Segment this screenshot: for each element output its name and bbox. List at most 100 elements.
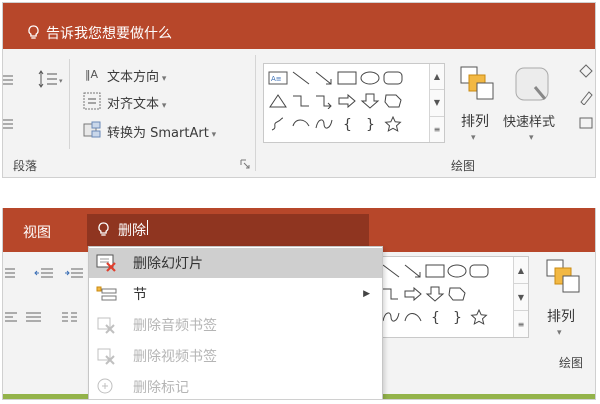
ribbon-tab-bar: 告诉我您想要做什么: [3, 3, 595, 49]
arrow-line-shape-icon[interactable]: [312, 66, 335, 89]
scroll-down-icon[interactable]: ▼: [430, 90, 444, 117]
menu-item-delete-slide[interactable]: 删除幻灯片: [89, 248, 382, 278]
columns-icon[interactable]: [61, 310, 79, 324]
arrange-caret[interactable]: ▾: [557, 328, 562, 338]
shape-fill-icon[interactable]: [577, 63, 595, 79]
rounded-rect-shape-icon[interactable]: [468, 259, 490, 282]
elbow-arrow-icon[interactable]: [312, 89, 335, 112]
arc-shape-icon[interactable]: [402, 305, 424, 328]
dialog-launcher-icon[interactable]: [240, 159, 250, 169]
text-direction-icon: ‖A: [85, 68, 99, 81]
arrange-button[interactable]: 排列: [547, 306, 575, 326]
align-left-icon[interactable]: [5, 310, 19, 324]
right-brace-icon[interactable]: }: [446, 305, 468, 328]
gallery-more-icon[interactable]: ≡: [514, 311, 528, 337]
gallery-scrollbar[interactable]: ▲ ▼ ≡: [429, 64, 444, 142]
smartart-icon: [83, 121, 101, 138]
oval-shape-icon[interactable]: [446, 259, 468, 282]
lightbulb-icon: [98, 222, 109, 236]
delete-video-bookmark-icon: [97, 348, 115, 365]
shapes-grid: A≡ {}: [266, 66, 427, 135]
menu-item-delete-audio-bookmark[interactable]: 删除音频书签: [89, 310, 382, 340]
line-shape-icon[interactable]: [289, 66, 312, 89]
delete-slide-icon: [96, 254, 116, 272]
shape-outline-icon[interactable]: [577, 89, 595, 105]
left-brace-icon[interactable]: {: [424, 305, 446, 328]
star-shape-icon[interactable]: [468, 305, 490, 328]
shapes-grid: { }: [380, 259, 512, 328]
right-brace-icon[interactable]: }: [358, 112, 381, 135]
arrange-caret[interactable]: ▾: [471, 133, 476, 143]
align-text-button[interactable]: 对齐文本 ▾: [107, 93, 166, 112]
line-shape-icon[interactable]: [380, 259, 402, 282]
gallery-scrollbar[interactable]: ▲ ▼ ≡: [513, 257, 528, 337]
oval-shape-icon[interactable]: [358, 66, 381, 89]
drawing-group-label: 绘图: [451, 159, 476, 173]
arc-shape-icon[interactable]: [289, 112, 312, 135]
quick-styles-icon: [515, 67, 549, 101]
lightbulb-icon: [28, 25, 39, 39]
convert-smartart-button[interactable]: 转换为 SmartArt ▾: [107, 122, 216, 141]
flowchart-shape-icon[interactable]: [446, 282, 468, 305]
flowchart-shape-icon[interactable]: [381, 89, 404, 112]
gallery-more-icon[interactable]: ≡: [430, 117, 444, 142]
arrange-button[interactable]: 排列: [461, 111, 489, 131]
tell-me-label: 告诉我您想要做什么: [46, 26, 172, 42]
left-brace-icon[interactable]: {: [335, 112, 358, 135]
increase-indent-icon[interactable]: [63, 266, 85, 280]
menu-item-label: 删除音频书签: [133, 318, 217, 334]
menu-item-label: 删除标记: [133, 380, 189, 396]
shape-effects-icon[interactable]: [577, 115, 595, 131]
down-arrow-shape-icon[interactable]: [358, 89, 381, 112]
menu-item-label: 节: [133, 287, 147, 303]
justify-icon[interactable]: [3, 117, 17, 131]
rounded-rect-shape-icon[interactable]: [381, 66, 404, 89]
svg-text:▾: ▾: [59, 77, 63, 85]
shapes-gallery[interactable]: A≡ {} ▲ ▼ ≡: [263, 63, 445, 143]
elbow-arrow-icon[interactable]: [380, 282, 402, 305]
list-icon[interactable]: [5, 266, 19, 280]
svg-text:{: {: [431, 310, 440, 325]
tab-view[interactable]: 视图: [23, 222, 51, 242]
text-direction-button[interactable]: 文本方向 ▾: [107, 66, 166, 85]
paragraph-group-label: 段落: [13, 159, 38, 173]
quick-styles-caret[interactable]: ▾: [529, 133, 534, 143]
arrow-line-shape-icon[interactable]: [402, 259, 424, 282]
alignment-icon[interactable]: [3, 73, 17, 87]
curve-shape-icon[interactable]: [380, 305, 402, 328]
text-direction-label: 文本方向: [107, 70, 160, 85]
freeform-shape-icon[interactable]: [266, 112, 289, 135]
menu-item-label: 删除幻灯片: [133, 256, 203, 272]
right-arrow-shape-icon[interactable]: [335, 89, 358, 112]
rectangle-shape-icon[interactable]: [424, 259, 446, 282]
scroll-down-icon[interactable]: ▼: [514, 284, 528, 311]
ribbon-separator: [69, 59, 70, 149]
line-spacing-icon[interactable]: ▾: [37, 69, 63, 89]
tell-me-search[interactable]: 告诉我您想要做什么: [27, 23, 172, 43]
menu-item-delete-video-bookmark[interactable]: 删除视频书签: [89, 341, 382, 371]
menu-item-delete-markup[interactable]: 删除标记: [89, 372, 382, 399]
curve-shape-icon[interactable]: [312, 112, 335, 135]
screenshot: 告诉我您想要做什么 ▾ ‖A 文本方向 ▾ 对齐文本 ▾ 转换为 SmartAr…: [0, 0, 600, 404]
quick-styles-button[interactable]: 快速样式: [503, 111, 555, 130]
right-arrow-shape-icon[interactable]: [402, 282, 424, 305]
menu-item-section[interactable]: 节 ▶: [89, 279, 382, 309]
text-box-shape-icon[interactable]: A≡: [266, 66, 289, 89]
rectangle-shape-icon[interactable]: [335, 66, 358, 89]
decrease-indent-icon[interactable]: [33, 266, 55, 280]
scroll-up-icon[interactable]: ▲: [514, 257, 528, 284]
elbow-connector-icon[interactable]: [289, 89, 312, 112]
star-shape-icon[interactable]: [381, 112, 404, 135]
justify-icon[interactable]: [25, 310, 43, 324]
down-arrow-shape-icon[interactable]: [424, 282, 446, 305]
submenu-arrow-icon: ▶: [363, 289, 370, 299]
svg-text:}: }: [453, 310, 462, 325]
svg-text:A≡: A≡: [271, 75, 282, 83]
triangle-shape-icon[interactable]: [266, 89, 289, 112]
shapes-gallery[interactable]: { } ▲ ▼ ≡: [379, 256, 529, 338]
tell-me-search-input[interactable]: 删除: [87, 214, 369, 246]
ribbon-panel-bottom: 视图 删除 {} ▲ ▼ ≡ 排列 ▾ 绘图 删除幻灯片 节 ▶ 删除音频书签…: [2, 208, 596, 400]
arrange-icon: [460, 66, 494, 100]
scroll-up-icon[interactable]: ▲: [430, 64, 444, 91]
svg-text:‖A: ‖A: [85, 68, 99, 81]
